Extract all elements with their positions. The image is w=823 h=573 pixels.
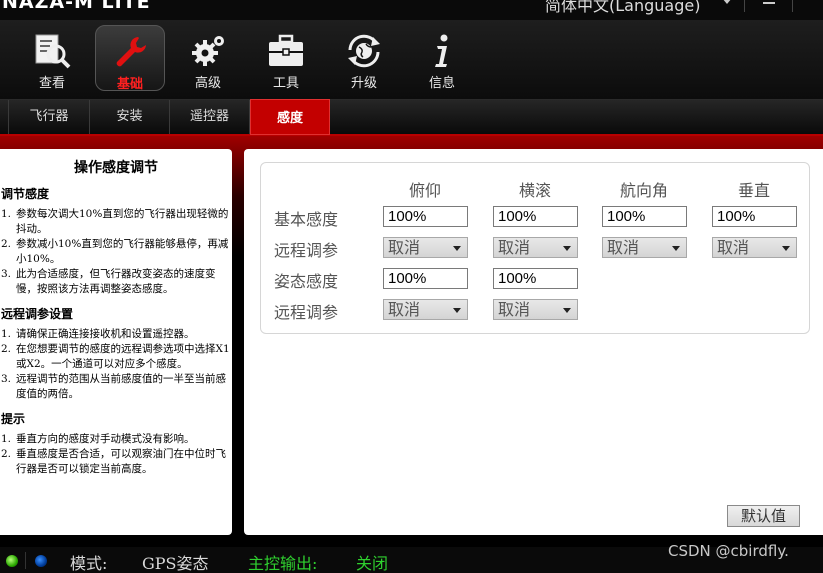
watermark: CSDN @cbirdfly. [668,542,789,560]
column-yaw: 航向角 [619,181,668,200]
tab-mounting[interactable]: 安装 [90,100,170,134]
help-list-item: 2. 参数减小10%直到您的飞行器能够悬停，再减小10%。 [1,238,229,265]
help-list-item: 1. 请确保正确连接接收机和设置遥控器。 [1,328,195,340]
help-list-item: 2. 垂直感度是否合适，可以观察油门在中位时飞行器是否可以锁定当前高度。 [1,448,226,475]
sub-tab-bar: 飞行器 安装 遥控器 感度 [0,99,823,136]
attitude-remote-pitch-select[interactable]: 取消 [383,299,468,320]
row-label-remote-adjust: 远程调参 [274,241,339,260]
select-value: 取消 [498,300,531,319]
help-item-text: 远程调节的范围从当前感度值的一半至当前感度值的两倍。 [16,373,226,400]
window-button-divider [744,0,745,12]
remote-adjust-pitch-select[interactable]: 取消 [383,237,468,258]
toolbar-label: 查看 [38,76,65,91]
dropdown-arrow-icon [453,246,461,251]
toolbar-advanced-button[interactable]: 高级 [173,25,243,91]
column-roll: 横滚 [518,181,551,200]
basic-gain-yaw-input[interactable]: 100% [602,206,687,227]
output-label: 主控输出: [248,554,318,573]
toolbar-tools-button[interactable]: 工具 [251,25,321,91]
toolbar-label: 升级 [350,76,377,91]
attitude-gain-pitch-input[interactable]: 100% [383,268,468,289]
gears-icon [192,36,224,66]
attitude-gain-roll-input[interactable]: 100% [493,268,578,289]
status-led-icon [35,555,47,567]
toolbar-label: 信息 [428,76,455,91]
help-list-item: 1. 参数每次调大10%直到您的飞行器出现轻微的抖动。 [1,208,229,235]
app-title: NAZA-M LITE [2,0,151,13]
help-title: 操作感度调节 [74,160,158,176]
select-value: 取消 [717,238,750,257]
dropdown-arrow-icon [453,308,461,313]
dropdown-arrow-icon [563,308,571,313]
upgrade-globe-icon [348,34,380,68]
status-divider [25,552,26,569]
column-vertical: 垂直 [737,181,770,200]
toolbar-upgrade-button[interactable]: 升级 [329,25,399,91]
default-values-button[interactable]: 默认值 [727,505,800,527]
toolbar-label: 基础 [116,77,143,92]
output-value: 关闭 [356,554,389,573]
help-item-text: 参数每次调大10%直到您的飞行器出现轻微的抖动。 [16,208,229,235]
row-label-attitude-gain: 姿态感度 [274,272,339,291]
tab-gain[interactable]: 感度 [250,99,330,135]
help-section-heading: 远程调参设置 [1,307,74,321]
toolbar-label: 高级 [194,76,221,91]
language-selector[interactable]: 简体中文(Language) [545,0,700,16]
row-label-remote-adjust: 远程调参 [274,303,339,322]
toolbox-icon [269,34,303,66]
tab-aircraft[interactable]: 飞行器 [8,100,90,134]
attitude-remote-roll-select[interactable]: 取消 [493,299,578,320]
select-value: 取消 [388,238,421,257]
select-value: 取消 [607,238,640,257]
help-list-item: 3. 远程调节的范围从当前感度值的一半至当前感度值的两倍。 [1,373,226,400]
view-icon [35,34,71,69]
help-list-item: 3. 此为合适感度，但飞行器改变姿态的速度变慢，按照该方法再调整姿态感度。 [1,268,216,295]
help-item-text: 此为合适感度，但飞行器改变姿态的速度变慢，按照该方法再调整姿态感度。 [16,268,216,295]
toolbar-view-button[interactable]: 查看 [17,25,87,91]
remote-adjust-vertical-select[interactable]: 取消 [712,237,797,258]
help-item-text: 请确保正确连接接收机和设置遥控器。 [16,328,195,340]
title-bar: NAZA-M LITE 简体中文(Language) [0,0,823,20]
help-item-text: 参数减小10%直到您的飞行器能够悬停，再减小10%。 [16,238,229,265]
help-section-heading: 调节感度 [1,187,50,201]
gain-group: 俯仰 横滚 航向角 垂直 基本感度 远程调参 姿态感度 远程调参 100% 10… [260,162,810,334]
basic-gain-pitch-input[interactable]: 100% [383,206,468,227]
help-item-text: 垂直方向的感度对手动模式没有影响。 [16,433,195,445]
help-panel: 操作感度调节 调节感度 1. 参数每次调大10%直到您的飞行器出现轻微的抖动。 2… [0,149,232,535]
select-value: 取消 [388,300,421,319]
connection-led-icon [6,555,18,567]
toolbar-basic-button[interactable]: 基础 [95,25,165,92]
dropdown-arrow-icon [672,246,680,251]
help-item-text: 垂直感度是否合适，可以观察油门在中位时飞行器是否可以锁定当前高度。 [16,448,226,475]
help-item-text: 在您想要调节的感度的远程调参选项中选择X1或X2。一个通道可以对应多个感度。 [16,343,230,370]
main-toolbar: 查看 基础 高级 工具 升级 信息 [0,20,823,100]
mode-label: 模式: [70,554,108,573]
minimize-button[interactable] [763,0,775,4]
window-button-divider [792,0,793,12]
dropdown-arrow-icon [563,246,571,251]
basic-gain-roll-input[interactable]: 100% [493,206,578,227]
mode-value: GPS姿态 [142,554,209,573]
help-section-heading: 提示 [1,412,26,426]
tab-rc[interactable]: 遥控器 [170,100,250,134]
column-pitch: 俯仰 [408,181,441,200]
gain-panel: 俯仰 横滚 航向角 垂直 基本感度 远程调参 姿态感度 远程调参 100% 10… [244,149,823,535]
info-icon [435,34,448,67]
toolbar-label: 工具 [272,76,299,91]
help-list-item: 1. 垂直方向的感度对手动模式没有影响。 [1,433,195,445]
chevron-down-icon[interactable] [722,0,732,4]
select-value: 取消 [498,238,531,257]
basic-gain-vertical-input[interactable]: 100% [712,206,797,227]
dropdown-arrow-icon [782,246,790,251]
remote-adjust-yaw-select[interactable]: 取消 [602,237,687,258]
toolbar-info-button[interactable]: 信息 [407,25,477,91]
help-list-item: 2. 在您想要调节的感度的远程调参选项中选择X1或X2。一个通道可以对应多个感度。 [1,343,230,370]
row-label-basic-gain: 基本感度 [274,210,339,229]
remote-adjust-roll-select[interactable]: 取消 [493,237,578,258]
wrench-icon [116,37,146,67]
